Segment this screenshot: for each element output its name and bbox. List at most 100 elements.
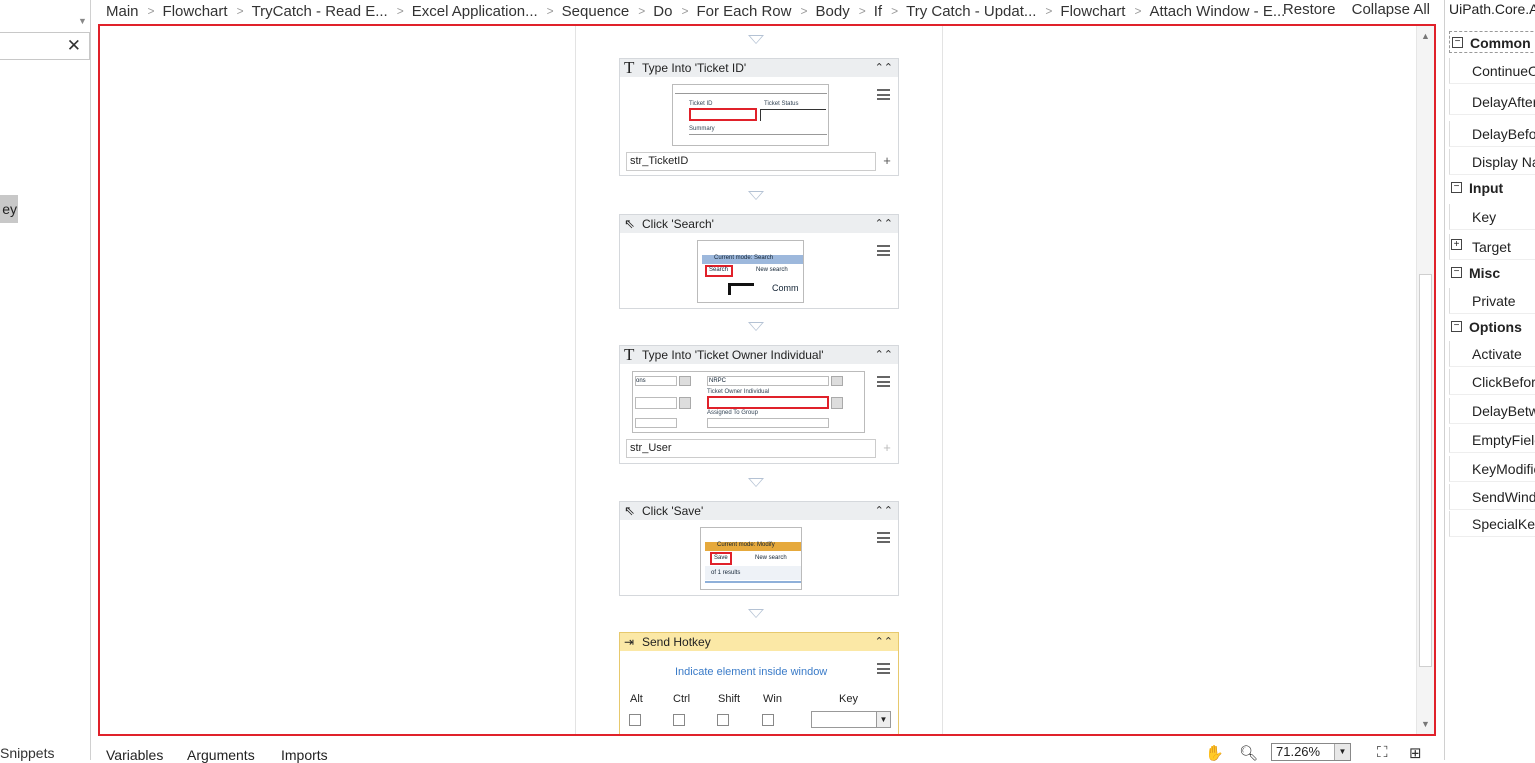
overview-icon[interactable]: ⊞ [1409, 744, 1422, 762]
plus-icon[interactable]: + [880, 440, 894, 457]
text-input[interactable]: str_User [626, 439, 876, 458]
indicate-element-link[interactable]: Indicate element inside window [675, 666, 827, 678]
shot-label: Ticket Owner Individual [707, 389, 770, 395]
hand-pan-icon[interactable]: ✋ [1205, 744, 1224, 762]
property-row[interactable]: ContinueOnError [1449, 58, 1535, 84]
restore-button[interactable]: Restore [1283, 1, 1336, 18]
chevron-down-icon[interactable]: ▼ [876, 712, 890, 727]
breadcrumb-item[interactable]: Try Catch - Updat... [898, 3, 1036, 20]
imports-tab[interactable]: Imports [281, 747, 328, 763]
expand-icon[interactable]: + [1451, 239, 1462, 250]
activities-search-input[interactable]: ✕ [0, 32, 90, 60]
category-common[interactable]: − Common [1449, 31, 1535, 53]
collapse-icon[interactable]: ⌃⌃ [875, 59, 893, 77]
menu-icon[interactable] [877, 376, 890, 387]
menu-icon[interactable] [877, 89, 890, 100]
close-icon[interactable]: ✕ [67, 36, 81, 56]
shift-checkbox[interactable] [717, 714, 729, 726]
vertical-scrollbar[interactable]: ▲ ▼ [1416, 26, 1434, 734]
breadcrumb-item[interactable]: Excel Application... [404, 3, 538, 20]
category-misc[interactable]: − Misc [1449, 262, 1535, 284]
key-dropdown[interactable]: ▼ [811, 711, 891, 728]
chevron-right-icon: > [396, 4, 404, 18]
property-row[interactable]: Display Name [1449, 149, 1535, 175]
property-row[interactable]: Private [1449, 288, 1535, 314]
drop-arrow-icon[interactable] [748, 191, 764, 200]
chevron-right-icon: > [858, 4, 866, 18]
text-input[interactable]: str_TicketID [626, 152, 876, 171]
breadcrumb-item[interactable]: If [866, 3, 882, 20]
drop-arrow-icon[interactable] [748, 35, 764, 44]
shot-label: Current mode: Search [714, 255, 774, 261]
property-row[interactable]: DelayAfter [1449, 89, 1535, 115]
category-label: Input [1469, 180, 1504, 196]
property-row[interactable]: KeyModifiers [1449, 456, 1535, 482]
zoom-icon[interactable]: 🔍︎ [1239, 744, 1258, 762]
activity-type-into-ticket-owner[interactable]: T Type Into 'Ticket Owner Individual' ⌃⌃ o… [619, 345, 899, 464]
menu-icon[interactable] [877, 663, 890, 674]
property-row[interactable]: Key [1449, 204, 1535, 230]
ctrl-label: Ctrl [673, 693, 691, 705]
variables-tab[interactable]: Variables [106, 747, 163, 763]
collapse-icon[interactable]: − [1452, 37, 1463, 48]
alt-label: Alt [630, 693, 643, 705]
breadcrumb-item[interactable]: Flowchart [1052, 3, 1125, 20]
breadcrumb-item[interactable]: Attach Window - E... [1141, 3, 1285, 20]
drop-arrow-icon[interactable] [748, 609, 764, 618]
collapse-icon[interactable]: ⌃⌃ [875, 633, 893, 651]
breadcrumb-item[interactable]: For Each Row [688, 3, 791, 20]
ctrl-checkbox[interactable] [673, 714, 685, 726]
fit-to-screen-icon[interactable]: ⛶ [1377, 744, 1388, 761]
designer-canvas[interactable]: T Type Into 'Ticket ID' ⌃⌃ Ticket ID Ticke… [98, 24, 1436, 736]
breadcrumb-item[interactable]: TryCatch - Read E... [244, 3, 388, 20]
activity-click-save[interactable]: ⇖ Click 'Save' ⌃⌃ Current mode: Modify Sav… [619, 501, 899, 596]
alt-checkbox[interactable] [629, 714, 641, 726]
collapse-icon[interactable]: ⌃⌃ [875, 215, 893, 233]
activity-click-search[interactable]: ⇖ Click 'Search' ⌃⌃ Current mode: Search S… [619, 214, 899, 309]
arguments-tab[interactable]: Arguments [187, 747, 255, 763]
chevron-down-icon[interactable]: ▼ [1334, 744, 1350, 760]
collapse-icon[interactable]: − [1451, 182, 1462, 193]
category-options[interactable]: − Options [1449, 316, 1535, 338]
breadcrumb-item[interactable]: Do [645, 3, 672, 20]
menu-icon[interactable] [877, 532, 890, 543]
shift-label: Shift [718, 693, 741, 705]
scrollbar-thumb[interactable] [1419, 274, 1432, 667]
activity-type-into-ticket-id[interactable]: T Type Into 'Ticket ID' ⌃⌃ Ticket ID Ticke… [619, 58, 899, 176]
menu-icon[interactable] [877, 245, 890, 256]
property-row[interactable]: Activate [1449, 341, 1535, 367]
collapse-icon[interactable]: − [1451, 267, 1462, 278]
collapse-icon[interactable]: − [1451, 321, 1462, 332]
property-row[interactable]: DelayBetweenKeys [1449, 398, 1535, 424]
category-input[interactable]: − Input [1449, 177, 1535, 199]
collapse-icon[interactable]: ⌃⌃ [875, 502, 893, 520]
pin-icon[interactable]: ▼ [78, 16, 87, 26]
win-checkbox[interactable] [762, 714, 774, 726]
activity-title: Type Into 'Ticket Owner Individual' [642, 348, 824, 362]
shot-label: Ticket Status [764, 101, 799, 107]
zoom-select[interactable]: 71.26% ▼ [1271, 743, 1351, 761]
selected-activity-item[interactable]: ey [0, 195, 18, 223]
property-row[interactable]: ClickBeforeTyping [1449, 369, 1535, 395]
property-row[interactable]: DelayBefore [1449, 121, 1535, 147]
category-label: Misc [1469, 265, 1501, 281]
breadcrumb-item[interactable]: Sequence [554, 3, 630, 20]
shot-label: of 1 results [711, 570, 741, 576]
breadcrumb-item[interactable]: Body [808, 3, 850, 20]
snippets-tab[interactable]: Snippets [0, 745, 90, 761]
scroll-up-icon[interactable]: ▲ [1417, 28, 1434, 44]
activity-title: Type Into 'Ticket ID' [642, 61, 747, 75]
collapse-all-button[interactable]: Collapse All [1352, 1, 1430, 18]
shot-label: New search [755, 555, 787, 561]
property-row[interactable]: SendWindowMessages [1449, 484, 1535, 510]
drop-arrow-icon[interactable] [748, 478, 764, 487]
property-row[interactable]: EmptyField [1449, 427, 1535, 453]
collapse-icon[interactable]: ⌃⌃ [875, 346, 893, 364]
activity-send-hotkey[interactable]: ⇥ Send Hotkey ⌃⌃ Indicate element inside w… [619, 632, 899, 734]
property-row[interactable]: SpecialKey [1449, 511, 1535, 537]
drop-arrow-icon[interactable] [748, 322, 764, 331]
plus-icon[interactable]: + [880, 153, 894, 170]
breadcrumb-item[interactable]: Main [98, 3, 139, 20]
scroll-down-icon[interactable]: ▼ [1417, 716, 1434, 732]
breadcrumb-item[interactable]: Flowchart [155, 3, 228, 20]
